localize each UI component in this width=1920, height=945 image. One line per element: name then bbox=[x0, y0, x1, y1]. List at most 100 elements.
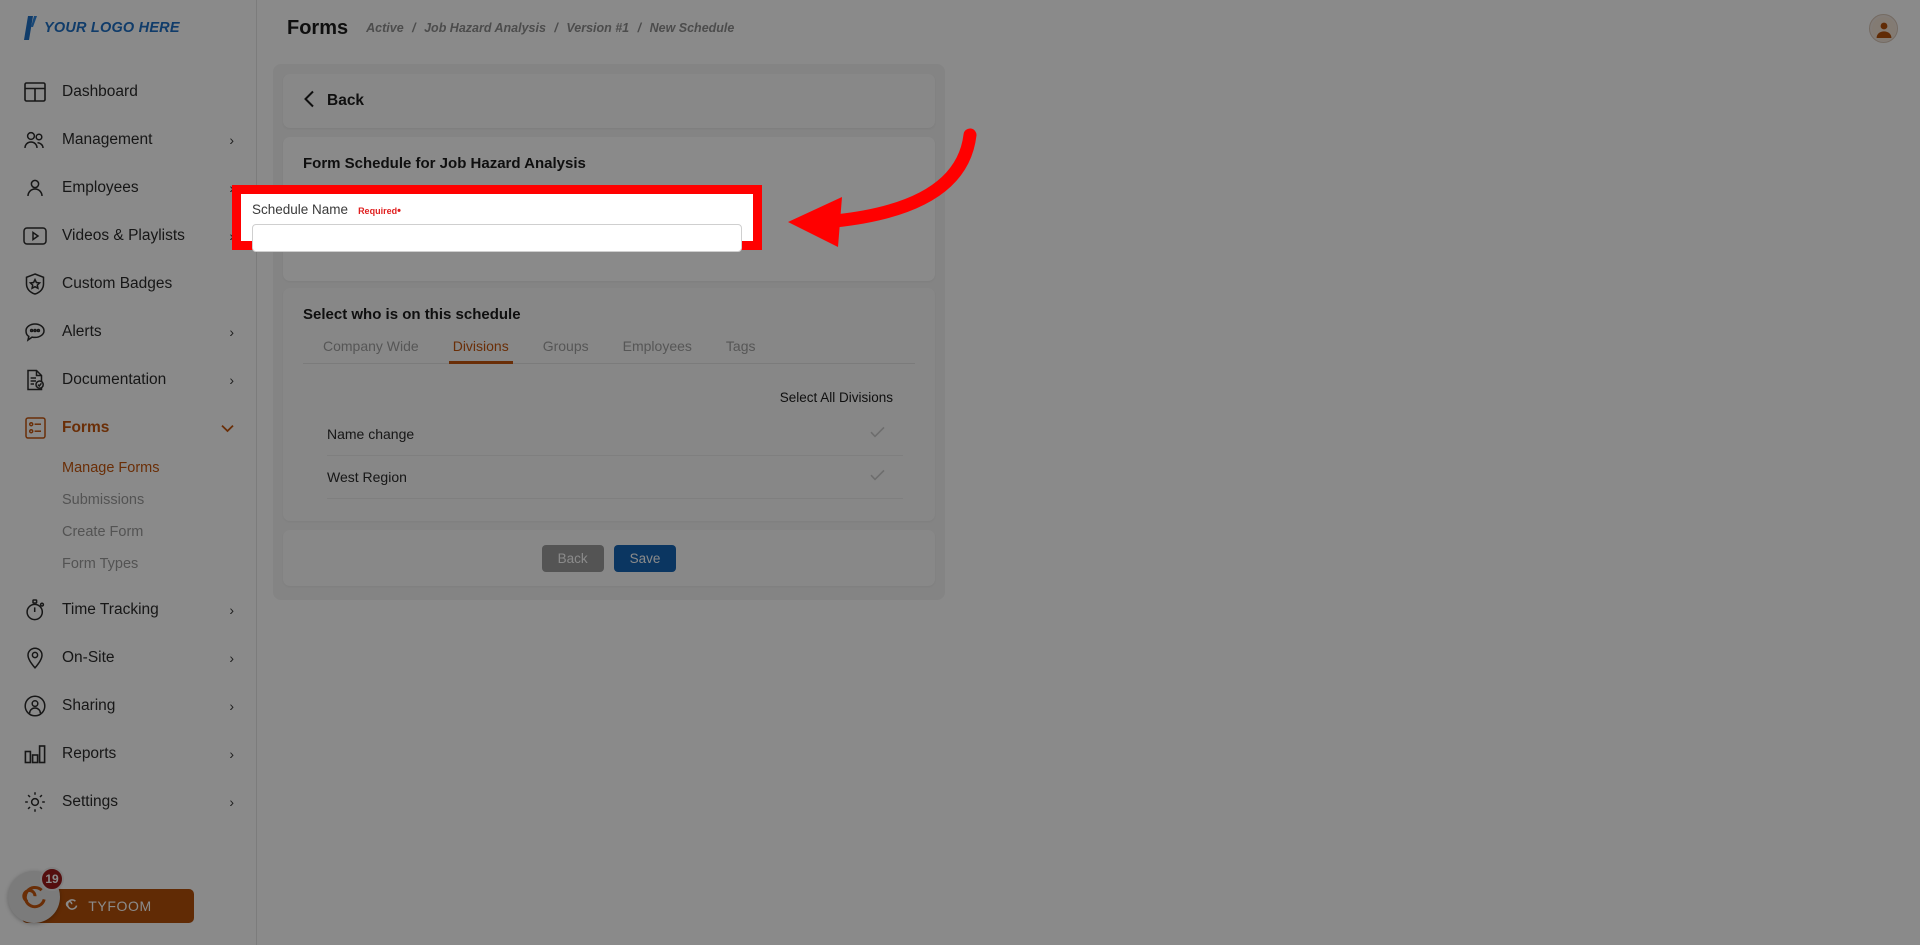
sidebar-item-label: Time Tracking bbox=[62, 601, 159, 618]
tab-company-wide[interactable]: Company Wide bbox=[323, 338, 419, 363]
sidebar-subitem-label: Manage Forms bbox=[62, 460, 160, 476]
logo-mark-icon bbox=[22, 15, 38, 41]
tyfoom-label: TYFOOM bbox=[88, 898, 152, 914]
people-icon bbox=[22, 127, 48, 153]
breadcrumb-item-version[interactable]: Version #1 bbox=[566, 21, 629, 35]
sidebar-item-management[interactable]: Management › bbox=[0, 116, 256, 164]
badge-shield-icon bbox=[22, 271, 48, 297]
sidebar-item-label: Management bbox=[62, 131, 153, 148]
sidebar-subitem-label: Submissions bbox=[62, 492, 145, 508]
dashboard-icon bbox=[22, 79, 48, 105]
audience-card: Select who is on this schedule Company W… bbox=[283, 288, 935, 521]
form-footer: Back Save bbox=[283, 530, 935, 586]
sidebar-item-label: Alerts bbox=[62, 323, 102, 340]
sidebar-subitem-label: Form Types bbox=[62, 556, 139, 572]
breadcrumb-item-current: New Schedule bbox=[649, 21, 735, 35]
user-avatar-icon bbox=[1871, 16, 1896, 41]
sidebar-item-sharing[interactable]: Sharing › bbox=[0, 682, 256, 730]
chevron-right-icon: › bbox=[229, 746, 234, 762]
sidebar-subitem-manage-forms[interactable]: Manage Forms bbox=[0, 452, 256, 484]
back-bar[interactable]: Back bbox=[283, 74, 935, 128]
chevron-right-icon: › bbox=[229, 324, 234, 340]
tab-tags[interactable]: Tags bbox=[726, 338, 756, 363]
stopwatch-icon bbox=[22, 597, 48, 623]
avatar[interactable] bbox=[1869, 14, 1898, 43]
sidebar-item-employees[interactable]: Employees › bbox=[0, 164, 256, 212]
app-root: YOUR LOGO HERE Dashboard Management › Em… bbox=[0, 0, 1920, 945]
sidebar-item-time-tracking[interactable]: Time Tracking › bbox=[0, 586, 256, 634]
chevron-right-icon: › bbox=[229, 794, 234, 810]
tab-divisions[interactable]: Divisions bbox=[448, 338, 513, 364]
table-row[interactable]: West Region bbox=[327, 456, 903, 499]
sidebar-item-alerts[interactable]: Alerts › bbox=[0, 308, 256, 356]
sidebar-item-label: Forms bbox=[62, 419, 110, 436]
sidebar-subitem-create-form[interactable]: Create Form bbox=[0, 516, 256, 548]
chevron-right-icon: › bbox=[229, 602, 234, 618]
select-all-divisions-link[interactable]: Select All Divisions bbox=[303, 390, 915, 405]
chevron-right-icon: › bbox=[229, 372, 234, 388]
chevron-right-icon: › bbox=[229, 698, 234, 714]
divisions-list: Name change West Region bbox=[303, 413, 915, 499]
video-icon bbox=[22, 223, 48, 249]
sidebar-item-dashboard[interactable]: Dashboard bbox=[0, 68, 256, 116]
schedule-name-highlight: Schedule Name Required• bbox=[232, 185, 762, 252]
sidebar-item-label: Dashboard bbox=[62, 83, 138, 100]
schedule-name-label: Schedule Name bbox=[252, 202, 349, 217]
chevron-left-icon bbox=[303, 90, 315, 113]
division-name: West Region bbox=[327, 469, 407, 485]
chat-alert-icon bbox=[22, 319, 48, 345]
sidebar-item-videos-playlists[interactable]: Videos & Playlists › bbox=[0, 212, 256, 260]
check-icon[interactable] bbox=[870, 468, 903, 486]
notification-count-badge: 19 bbox=[40, 867, 64, 891]
schedule-name-input[interactable] bbox=[252, 224, 742, 252]
table-row[interactable]: Name change bbox=[327, 413, 903, 456]
breadcrumb-item-active[interactable]: Active bbox=[366, 21, 404, 35]
sidebar-item-label: On-Site bbox=[62, 649, 115, 666]
breadcrumb-separator: / bbox=[637, 21, 642, 35]
sidebar-item-documentation[interactable]: Documentation › bbox=[0, 356, 256, 404]
sidebar-item-label: Employees bbox=[62, 179, 139, 196]
bar-chart-icon bbox=[22, 741, 48, 767]
sidebar-subitem-form-types[interactable]: Form Types bbox=[0, 548, 256, 580]
breadcrumb-separator: / bbox=[554, 21, 558, 35]
sidebar-item-label: Reports bbox=[62, 745, 117, 762]
required-indicator: Required• bbox=[358, 205, 401, 217]
person-icon bbox=[22, 175, 48, 201]
check-icon[interactable] bbox=[870, 425, 903, 443]
sidebar-item-label: Sharing bbox=[62, 697, 116, 714]
page-title: Forms bbox=[287, 16, 349, 39]
sidebar-item-reports[interactable]: Reports › bbox=[0, 730, 256, 778]
app-logo[interactable]: YOUR LOGO HERE bbox=[0, 0, 256, 56]
back-button[interactable]: Back bbox=[541, 544, 604, 572]
tyfoom-swirl-icon bbox=[64, 897, 79, 915]
chevron-right-icon: › bbox=[229, 650, 234, 666]
sidebar-item-label: Custom Badges bbox=[62, 275, 173, 292]
back-bar-label: Back bbox=[327, 92, 365, 109]
tab-groups[interactable]: Groups bbox=[543, 338, 589, 363]
sidebar: YOUR LOGO HERE Dashboard Management › Em… bbox=[0, 0, 257, 945]
map-pin-icon bbox=[22, 645, 48, 671]
share-user-icon bbox=[22, 693, 48, 719]
tyfoom-avatar-badge[interactable]: 19 bbox=[8, 867, 64, 923]
sidebar-item-settings[interactable]: Settings › bbox=[0, 778, 256, 826]
sidebar-subitem-submissions[interactable]: Submissions bbox=[0, 484, 256, 516]
breadcrumb: Active / Job Hazard Analysis / Version #… bbox=[366, 21, 734, 35]
chevron-right-icon: › bbox=[229, 132, 234, 148]
sidebar-item-forms[interactable]: Forms bbox=[0, 404, 256, 452]
top-header: Forms Active / Job Hazard Analysis / Ver… bbox=[257, 0, 1920, 56]
document-check-icon bbox=[22, 367, 48, 393]
sidebar-item-label: Videos & Playlists bbox=[62, 227, 185, 244]
sidebar-item-on-site[interactable]: On-Site › bbox=[0, 634, 256, 682]
sidebar-item-label: Settings bbox=[62, 793, 119, 810]
sidebar-item-label: Documentation bbox=[62, 371, 167, 388]
save-button[interactable]: Save bbox=[613, 544, 677, 572]
sidebar-subitem-label: Create Form bbox=[62, 524, 144, 540]
tab-employees[interactable]: Employees bbox=[623, 338, 692, 363]
division-name: Name change bbox=[327, 426, 415, 442]
audience-tabs: Company Wide Divisions Groups Employees … bbox=[303, 338, 915, 364]
logo-text: YOUR LOGO HERE bbox=[44, 20, 180, 36]
sidebar-nav: Dashboard Management › Employees Videos … bbox=[0, 68, 256, 826]
sidebar-item-custom-badges[interactable]: Custom Badges bbox=[0, 260, 256, 308]
forms-list-icon bbox=[22, 415, 48, 441]
breadcrumb-item-form[interactable]: Job Hazard Analysis bbox=[424, 21, 546, 35]
